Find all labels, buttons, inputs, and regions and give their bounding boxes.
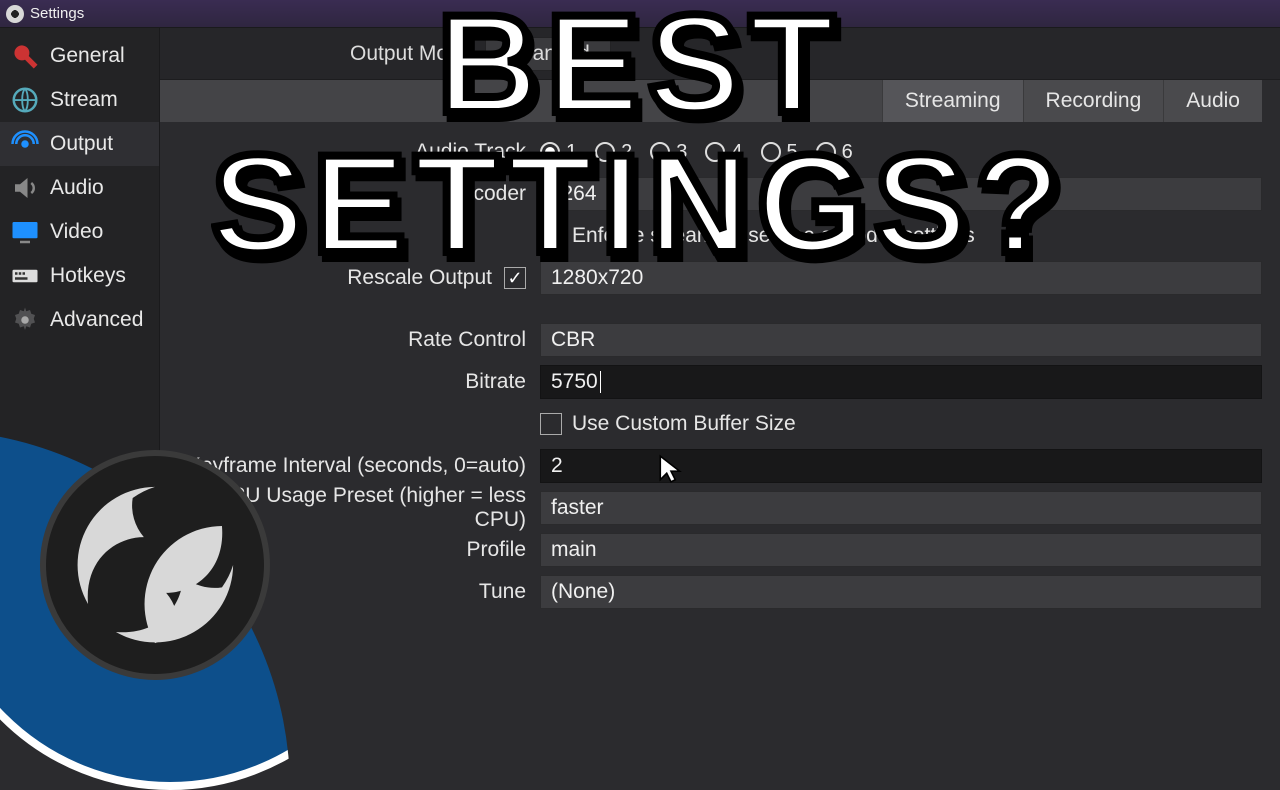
app-icon — [6, 5, 24, 23]
sidebar-item-label: Video — [50, 220, 103, 244]
sidebar-item-advanced[interactable]: Advanced — [0, 298, 159, 342]
audio-track-4-radio[interactable] — [705, 142, 725, 162]
bitrate-label: Bitrate — [160, 370, 540, 394]
audio-track-5-radio[interactable] — [761, 142, 781, 162]
rescale-output-checkbox[interactable] — [504, 267, 526, 289]
custom-buffer-label: Use Custom Buffer Size — [572, 412, 796, 436]
audio-track-label: Audio Track — [160, 140, 540, 164]
keyframe-label: Keyframe Interval (seconds, 0=auto) — [160, 454, 540, 478]
tab-streaming[interactable]: Streaming — [882, 80, 1023, 122]
globe-icon — [8, 83, 42, 117]
profile-select[interactable]: main — [540, 533, 1262, 567]
window-title: Settings — [30, 5, 84, 22]
bitrate-input[interactable]: 5750 — [540, 365, 1262, 399]
sidebar-item-output[interactable]: Output — [0, 122, 159, 166]
settings-sidebar: General Stream Output Audio Video Hotkey… — [0, 28, 160, 720]
sidebar-item-label: Audio — [50, 176, 104, 200]
custom-buffer-checkbox[interactable] — [540, 413, 562, 435]
rate-control-select[interactable]: CBR — [540, 323, 1262, 357]
sidebar-item-label: Hotkeys — [50, 264, 126, 288]
monitor-icon — [8, 215, 42, 249]
speaker-icon — [8, 171, 42, 205]
window-titlebar: Settings — [0, 0, 1280, 28]
sidebar-item-label: Stream — [50, 88, 118, 112]
output-tabs: Streaming Recording Audio — [160, 80, 1262, 122]
sidebar-item-hotkeys[interactable]: Hotkeys — [0, 254, 159, 298]
sidebar-item-video[interactable]: Video — [0, 210, 159, 254]
keyboard-icon — [8, 259, 42, 293]
output-mode-label: Output Mode — [350, 42, 471, 66]
audio-track-6-radio[interactable] — [816, 142, 836, 162]
rescale-output-label: Rescale Output — [347, 266, 492, 290]
encoder-select[interactable]: x264 — [540, 177, 1262, 211]
tab-audio[interactable]: Audio — [1163, 80, 1262, 122]
encoder-label: Encoder — [160, 182, 540, 206]
sidebar-item-label: Output — [50, 132, 113, 156]
profile-label: Profile — [160, 538, 540, 562]
audio-track-radios: 1 2 3 4 5 6 — [540, 141, 1262, 164]
tab-recording[interactable]: Recording — [1023, 80, 1164, 122]
audio-track-1-radio[interactable] — [540, 142, 560, 162]
wrench-icon — [8, 39, 42, 73]
enforce-encoder-label: Enforce streaming service encoder settin… — [572, 224, 975, 248]
sidebar-item-stream[interactable]: Stream — [0, 78, 159, 122]
tune-label: Tune — [160, 580, 540, 604]
sidebar-item-general[interactable]: General — [0, 34, 159, 78]
output-mode-select[interactable]: Advanced — [485, 37, 610, 71]
audio-track-2-radio[interactable] — [595, 142, 615, 162]
broadcast-icon — [8, 127, 42, 161]
cpu-preset-label: CPU Usage Preset (higher = less CPU) — [160, 484, 540, 532]
enforce-encoder-checkbox[interactable] — [540, 225, 562, 247]
sidebar-item-label: General — [50, 44, 125, 68]
sidebar-item-audio[interactable]: Audio — [0, 166, 159, 210]
rate-control-label: Rate Control — [160, 328, 540, 352]
output-settings-panel: Streaming Recording Audio Audio Track 1 … — [160, 80, 1280, 720]
tune-select[interactable]: (None) — [540, 575, 1262, 609]
gear-icon — [8, 303, 42, 337]
keyframe-input[interactable]: 2 — [540, 449, 1262, 483]
sidebar-item-label: Advanced — [50, 308, 143, 332]
cpu-preset-select[interactable]: faster — [540, 491, 1262, 525]
audio-track-3-radio[interactable] — [650, 142, 670, 162]
rescale-output-select[interactable]: 1280x720 — [540, 261, 1262, 295]
